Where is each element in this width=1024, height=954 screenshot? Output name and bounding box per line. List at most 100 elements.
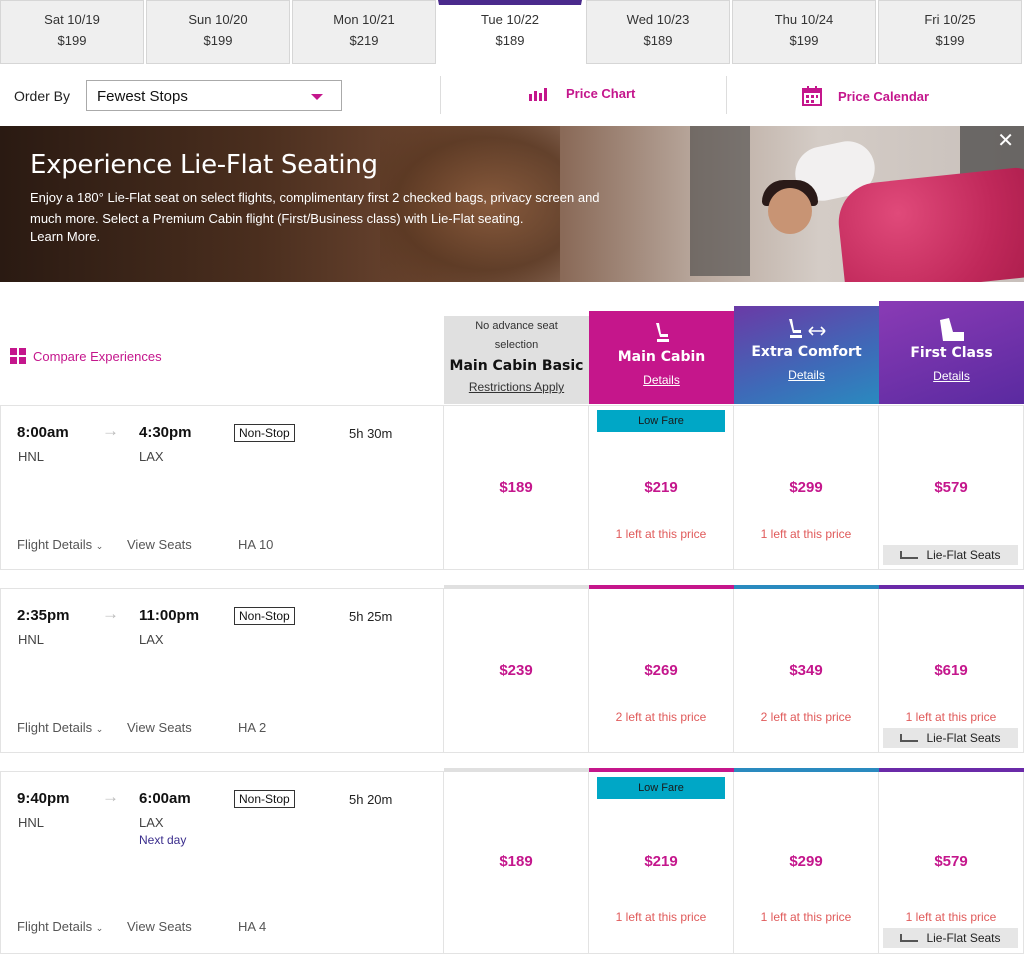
compare-experiences-link[interactable]: Compare Experiences (10, 348, 162, 364)
fare-cell-main-basic[interactable]: $189 (444, 768, 589, 954)
chevron-down-icon: ⌄ (95, 923, 104, 933)
cabin-color-bar (444, 768, 589, 772)
flight-info: 2:35pm → 11:00pm Non-Stop 5h 25m HNL LAX… (0, 588, 444, 753)
close-icon[interactable]: ✕ (997, 128, 1014, 153)
cabin-color-bar (734, 768, 879, 772)
cabin-color-bar (589, 585, 734, 589)
cabin-subtext: No advance seat selection (475, 320, 558, 351)
date-tab-mon[interactable]: Mon 10/21 $219 (292, 0, 436, 64)
tab-price: $199 (789, 33, 819, 48)
restrictions-link[interactable]: Restrictions Apply (444, 380, 589, 394)
seats-left-note: 1 left at this price (905, 910, 997, 924)
view-seats-link[interactable]: View Seats (127, 919, 192, 934)
duration: 5h 25m (349, 609, 393, 624)
fare-price: $189 (499, 853, 533, 870)
lie-flat-seats-badge: Lie-Flat Seats (883, 728, 1018, 748)
cabin-color-bar (734, 585, 879, 589)
flight-details-label: Flight Details (17, 537, 93, 552)
fare-cell-first-class[interactable]: $579 Lie-Flat Seats (879, 405, 1024, 570)
seats-left-note: 1 left at this price (615, 527, 707, 541)
low-fare-badge: Low Fare (597, 410, 725, 432)
flight-details-toggle[interactable]: Flight Details ⌄ (17, 537, 103, 552)
destination-code: LAX (139, 449, 164, 464)
stops-badge: Non-Stop (234, 790, 295, 808)
origin-code: HNL (18, 632, 45, 647)
price-calendar-link[interactable]: Price Calendar (802, 86, 929, 106)
flight-number: HA 10 (238, 537, 274, 552)
flight-details-label: Flight Details (17, 720, 93, 735)
cabin-header-first-class: First Class Details (879, 301, 1024, 404)
fare-cell-first-class[interactable]: $579 1 left at this price Lie-Flat Seats (879, 768, 1024, 954)
seats-left-note: 1 left at this price (615, 910, 707, 924)
flight-number: HA 4 (238, 919, 267, 934)
order-by-select[interactable]: Fewest Stops (86, 80, 342, 111)
seat-legroom-icon (734, 316, 879, 344)
origin-code: HNL (18, 449, 45, 464)
price-chart-link[interactable]: Price Chart (528, 86, 635, 101)
lie-flat-seats-badge: Lie-Flat Seats (883, 545, 1018, 565)
flight-details-toggle[interactable]: Flight Details ⌄ (17, 919, 103, 934)
cabin-header-main-cabin: Main Cabin Details (589, 311, 734, 404)
arrow-right-icon: → (102, 787, 119, 806)
fare-cell-extra-comfort[interactable]: $299 1 left at this price (734, 768, 879, 954)
details-link[interactable]: Details (734, 368, 879, 382)
seats-left-note: 2 left at this price (615, 710, 707, 724)
tab-date: Wed 10/23 (626, 12, 690, 27)
cabin-color-bar (879, 585, 1024, 589)
date-tab-fri[interactable]: Fri 10/25 $199 (878, 0, 1022, 64)
fare-cell-extra-comfort[interactable]: $349 2 left at this price (734, 585, 879, 753)
lie-flat-label: Lie-Flat Seats (926, 931, 1001, 945)
view-seats-link[interactable]: View Seats (127, 537, 192, 552)
fare-cell-main-cabin[interactable]: Low Fare $219 1 left at this price (589, 768, 734, 954)
seat-icon (589, 321, 734, 349)
date-tab-thu[interactable]: Thu 10/24 $199 (732, 0, 876, 64)
tab-date: Mon 10/21 (333, 12, 395, 27)
cabin-color-bar (879, 768, 1024, 772)
depart-time: 9:40pm (17, 790, 70, 807)
lie-flat-seats-badge: Lie-Flat Seats (883, 928, 1018, 948)
arrive-time: 11:00pm (139, 607, 200, 624)
chevron-down-icon: ⌄ (95, 724, 104, 734)
fare-cell-main-basic[interactable]: $189 (444, 405, 589, 570)
banner-text: Enjoy a 180° Lie-Flat seat on select fli… (30, 190, 600, 226)
fare-cell-main-cabin[interactable]: $269 2 left at this price (589, 585, 734, 753)
learn-more-link[interactable]: Learn More. (30, 229, 100, 244)
lie-flat-promo-banner: Experience Lie-Flat Seating Enjoy a 180°… (0, 126, 1024, 282)
chevron-down-icon (311, 94, 323, 100)
date-tab-wed[interactable]: Wed 10/23 $189 (586, 0, 730, 64)
fare-cell-main-basic[interactable]: $239 (444, 585, 589, 753)
arrow-right-icon: → (102, 604, 119, 623)
fare-cell-main-cabin[interactable]: Low Fare $219 1 left at this price (589, 405, 734, 570)
seats-left-note: 1 left at this price (760, 527, 852, 541)
date-tab-sat[interactable]: Sat 10/19 $199 (0, 0, 144, 64)
order-by-label: Order By (14, 88, 71, 104)
details-link[interactable]: Details (589, 373, 734, 387)
fare-price: $219 (644, 479, 678, 496)
cabin-name: First Class (910, 345, 993, 361)
date-tab-sun[interactable]: Sun 10/20 $199 (146, 0, 290, 64)
cabin-header-extra-comfort: Extra Comfort Details (734, 306, 879, 404)
next-day-note: Next day (139, 833, 187, 847)
details-link[interactable]: Details (879, 369, 1024, 383)
lie-flat-seat-icon (879, 317, 1024, 345)
origin-code: HNL (18, 815, 45, 830)
bed-icon (900, 934, 919, 942)
destination-code: LAX (139, 632, 164, 647)
view-seats-link[interactable]: View Seats (127, 720, 192, 735)
fare-price: $239 (499, 662, 533, 679)
stops-badge: Non-Stop (234, 424, 295, 442)
flight-info: 8:00am → 4:30pm Non-Stop 5h 30m HNL LAX … (0, 405, 444, 570)
bar-chart-icon (529, 87, 547, 101)
fare-cell-extra-comfort[interactable]: $299 1 left at this price (734, 405, 879, 570)
flight-details-toggle[interactable]: Flight Details ⌄ (17, 720, 103, 735)
duration: 5h 20m (349, 792, 393, 807)
date-tab-tue-selected[interactable]: Tue 10/22 $189 (438, 0, 582, 64)
fare-price: $579 (934, 853, 968, 870)
depart-time: 2:35pm (17, 607, 70, 624)
seats-left-note: 2 left at this price (760, 710, 852, 724)
cabin-color-bar (444, 585, 589, 589)
fare-cell-first-class[interactable]: $619 1 left at this price Lie-Flat Seats (879, 585, 1024, 753)
stops-badge: Non-Stop (234, 607, 295, 625)
tab-price: $189 (495, 33, 525, 48)
tab-date: Sat 10/19 (44, 12, 100, 27)
